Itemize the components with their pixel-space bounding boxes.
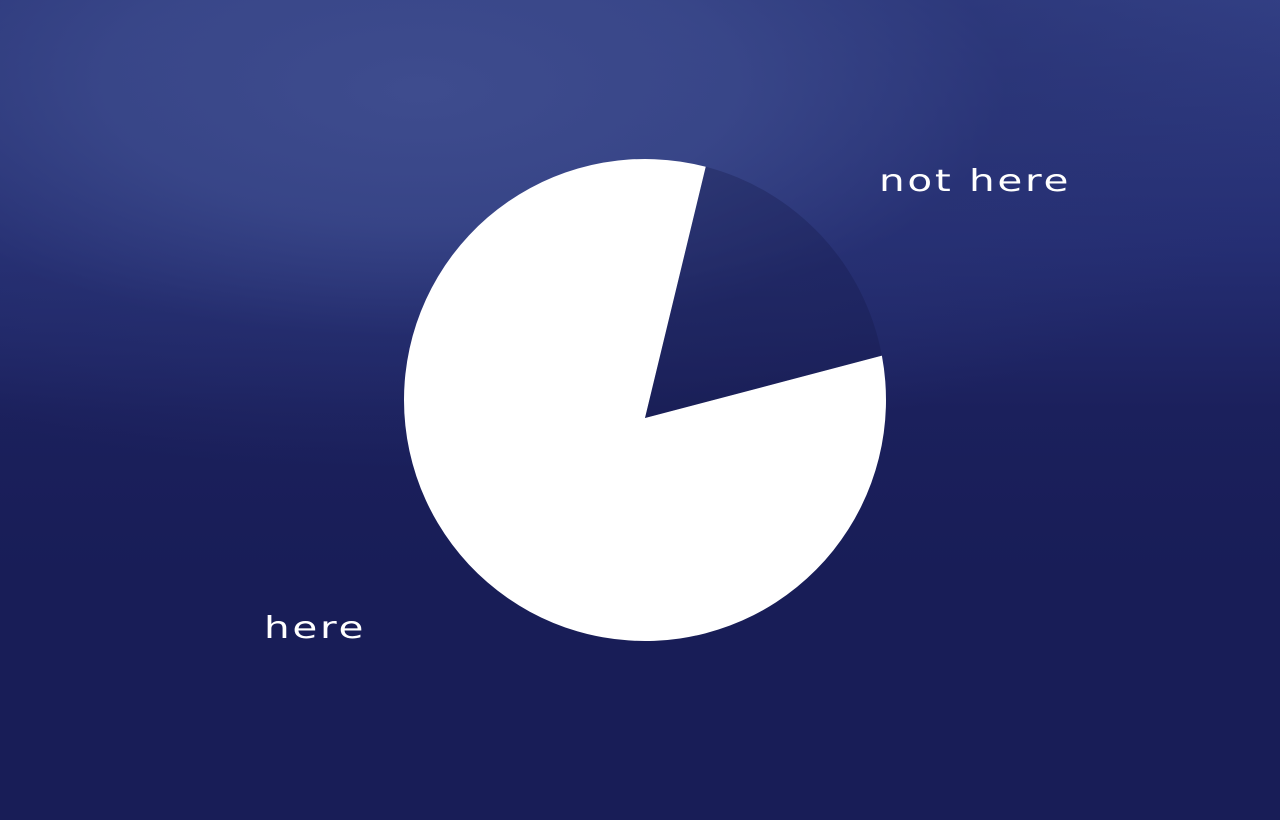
- pie-chart: [403, 158, 886, 641]
- slice-label-here: here: [264, 611, 367, 646]
- slice-label-not-here: not here: [879, 164, 1072, 199]
